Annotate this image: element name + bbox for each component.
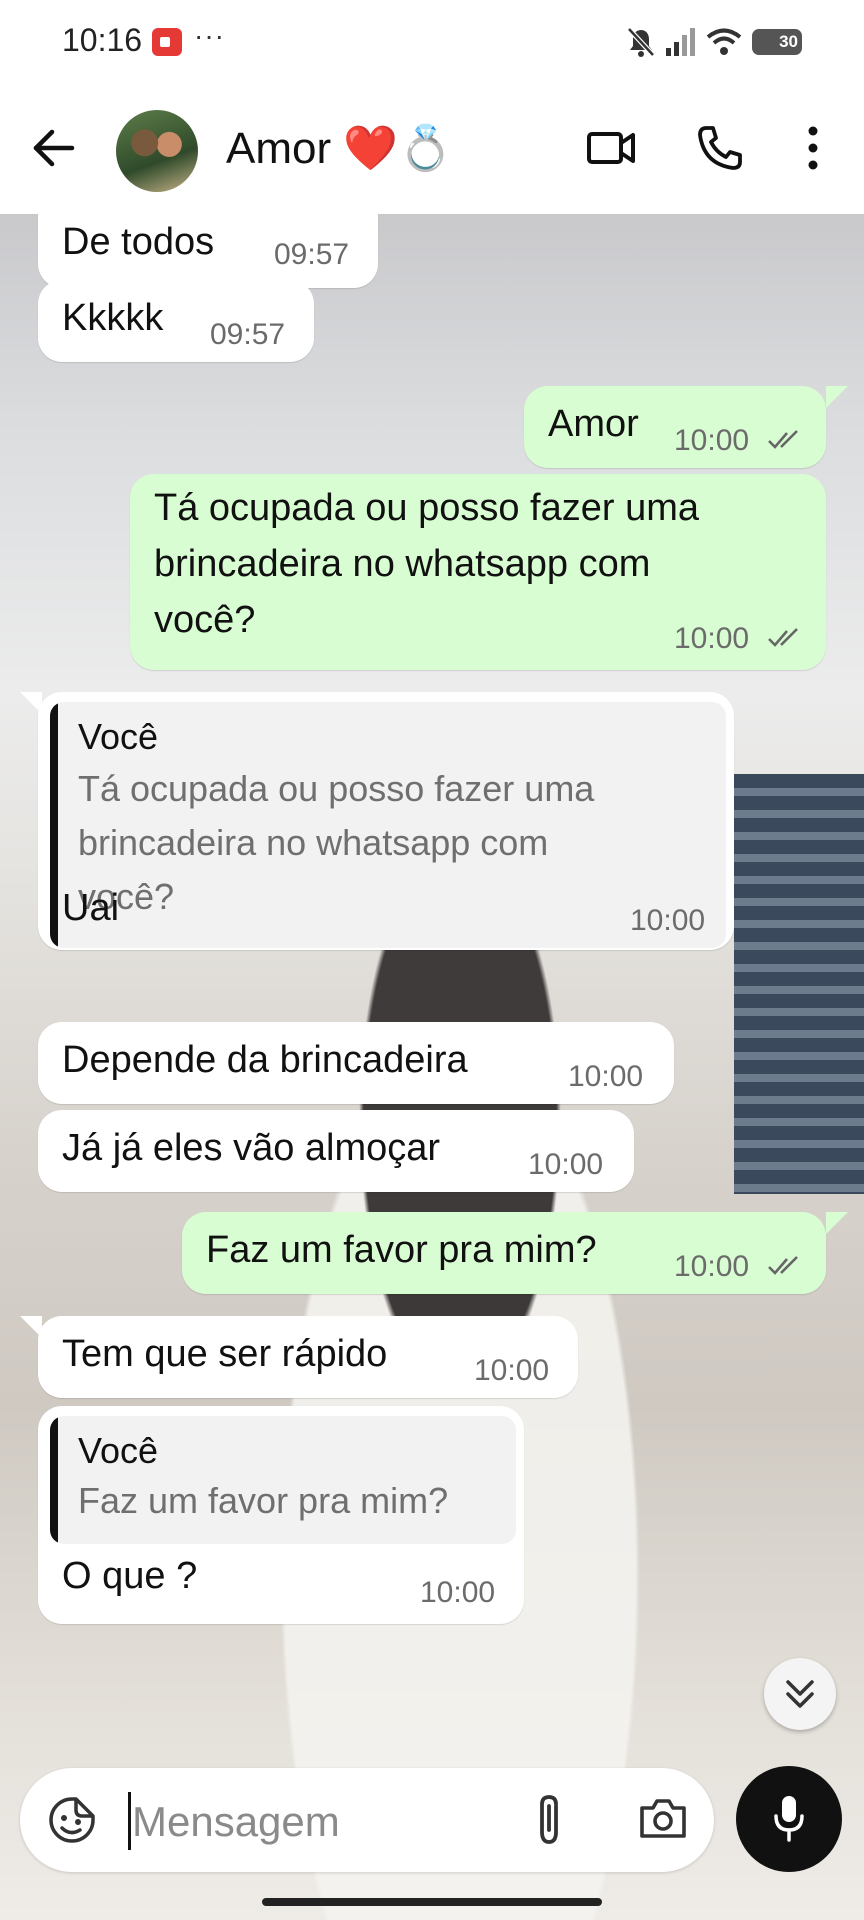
double-check-icon bbox=[768, 1256, 798, 1275]
message-incoming-reply[interactable]: Você Faz um favor pra mim? O que ? 10:00 bbox=[38, 1406, 524, 1624]
message-time: 10:00 bbox=[420, 1576, 496, 1609]
message-time: 10:00 bbox=[474, 1354, 550, 1387]
status-bar: 10:16 ··· 30 bbox=[0, 0, 864, 84]
message-time: 10:00 bbox=[674, 424, 750, 457]
message-text-line: Tá ocupada ou posso fazer uma bbox=[154, 487, 700, 529]
quote-accent-bar bbox=[50, 1416, 58, 1544]
mute-bell-icon bbox=[627, 27, 655, 57]
quote-author: Você bbox=[78, 1430, 159, 1471]
message-time: 10:00 bbox=[674, 1250, 750, 1283]
screen-record-icon bbox=[152, 28, 182, 56]
message-composer bbox=[20, 1768, 714, 1872]
status-icons: 30 bbox=[626, 22, 802, 62]
message-text: Tem que ser rápido bbox=[62, 1333, 388, 1375]
contact-name[interactable]: Amor ❤️💍 bbox=[226, 122, 453, 174]
quote-accent-bar bbox=[50, 702, 58, 948]
message-time: 10:00 bbox=[568, 1060, 644, 1093]
signal-icon bbox=[666, 28, 695, 56]
message-text-line: você? bbox=[154, 599, 256, 641]
quoted-message[interactable]: Você Faz um favor pra mim? bbox=[50, 1416, 516, 1544]
chat-header: Amor ❤️💍 bbox=[0, 84, 864, 214]
sticker-icon[interactable] bbox=[48, 1796, 96, 1844]
video-call-icon[interactable] bbox=[586, 124, 636, 172]
quote-text: Faz um favor pra mim? bbox=[78, 1480, 449, 1521]
message-time: 10:00 bbox=[528, 1148, 604, 1181]
text-cursor bbox=[128, 1792, 131, 1850]
quote-text-line: brincadeira no whatsapp com bbox=[78, 822, 549, 863]
double-chevron-down-icon bbox=[786, 1680, 814, 1708]
message-time: 09:57 bbox=[274, 238, 350, 271]
bubble-tail bbox=[826, 386, 848, 408]
scroll-to-bottom-button[interactable] bbox=[764, 1658, 836, 1730]
double-check-icon bbox=[768, 430, 798, 449]
message-time: 10:00 bbox=[674, 622, 750, 655]
quote-text-line: Tá ocupada ou posso fazer uma bbox=[78, 768, 595, 809]
message-incoming[interactable]: Tem que ser rápido 10:00 bbox=[38, 1316, 578, 1398]
quoted-message[interactable]: Você Tá ocupada ou posso fazer uma brinc… bbox=[50, 702, 726, 948]
more-notifications-icon: ··· bbox=[194, 20, 225, 51]
message-text: Depende da brincadeira bbox=[62, 1039, 468, 1081]
message-outgoing[interactable]: Tá ocupada ou posso fazer uma brincadeir… bbox=[130, 474, 826, 670]
bubble-tail bbox=[826, 1212, 848, 1234]
message-incoming-reply[interactable]: Você Tá ocupada ou posso fazer uma brinc… bbox=[38, 692, 734, 950]
message-text: Kkkkk bbox=[62, 297, 164, 339]
message-time: 10:00 bbox=[630, 904, 706, 937]
message-text: De todos bbox=[62, 221, 215, 263]
message-input[interactable] bbox=[132, 1794, 512, 1850]
message-outgoing[interactable]: Faz um favor pra mim? 10:00 bbox=[182, 1212, 826, 1294]
message-text: Amor bbox=[548, 403, 639, 445]
message-text: Faz um favor pra mim? bbox=[206, 1229, 597, 1271]
mic-icon bbox=[774, 1796, 804, 1842]
wifi-icon bbox=[706, 28, 742, 55]
message-incoming[interactable]: De todos 09:57 bbox=[38, 214, 378, 288]
more-vert-icon[interactable] bbox=[804, 124, 822, 172]
message-text-line: brincadeira no whatsapp com bbox=[154, 543, 651, 585]
double-check-icon bbox=[768, 628, 798, 647]
status-time: 10:16 bbox=[62, 22, 143, 58]
quote-author: Você bbox=[78, 716, 159, 757]
home-indicator[interactable] bbox=[262, 1898, 602, 1906]
message-text: Uai bbox=[62, 887, 120, 929]
message-text: O que ? bbox=[62, 1555, 198, 1597]
message-outgoing[interactable]: Amor 10:00 bbox=[524, 386, 826, 468]
phone-icon[interactable] bbox=[696, 124, 744, 172]
message-incoming[interactable]: Já já eles vão almoçar 10:00 bbox=[38, 1110, 634, 1192]
chat-area[interactable]: De todos 09:57 Kkkkk 09:57 Amor 10:00 Tá… bbox=[0, 214, 864, 1920]
arrow-left-icon[interactable] bbox=[28, 122, 80, 174]
message-incoming[interactable]: Depende da brincadeira 10:00 bbox=[38, 1022, 674, 1104]
camera-icon[interactable] bbox=[638, 1794, 688, 1842]
message-incoming[interactable]: Kkkkk 09:57 bbox=[38, 280, 314, 362]
contact-avatar[interactable] bbox=[116, 110, 198, 192]
voice-message-button[interactable] bbox=[736, 1766, 842, 1872]
message-text: Já já eles vão almoçar bbox=[62, 1127, 441, 1169]
battery-icon: 30 bbox=[752, 29, 802, 55]
message-time: 09:57 bbox=[210, 318, 286, 351]
paperclip-icon[interactable] bbox=[532, 1792, 566, 1848]
battery-level: 30 bbox=[779, 32, 798, 51]
